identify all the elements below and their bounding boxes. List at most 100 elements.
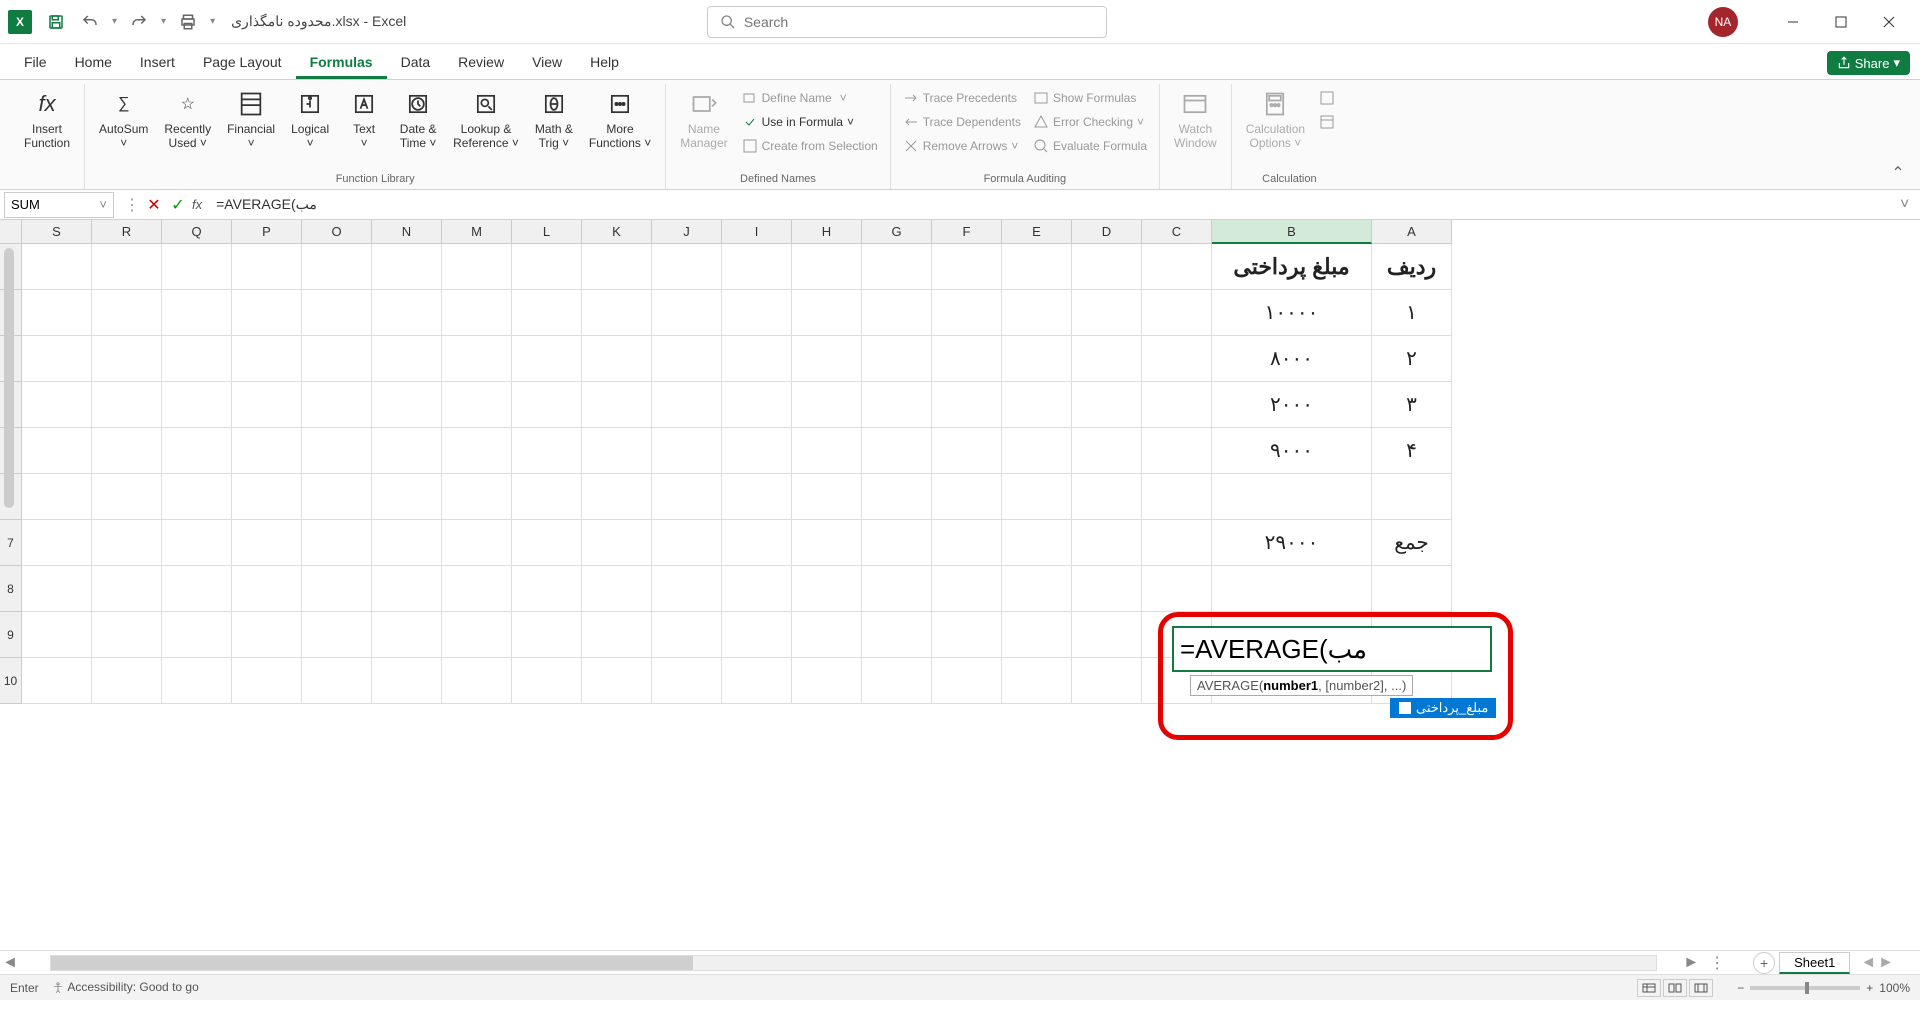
- column-header[interactable]: L: [512, 220, 582, 244]
- cell[interactable]: [92, 612, 162, 658]
- cell[interactable]: [792, 658, 862, 704]
- cell[interactable]: [232, 382, 302, 428]
- cell[interactable]: ۸۰۰۰: [1212, 336, 1372, 382]
- editing-cell[interactable]: =AVERAGE(مب: [1172, 626, 1492, 672]
- accessibility-status[interactable]: Accessibility: Good to go: [51, 980, 199, 995]
- column-header[interactable]: F: [932, 220, 1002, 244]
- view-page-break-button[interactable]: [1689, 979, 1713, 997]
- user-avatar[interactable]: NA: [1708, 7, 1738, 37]
- cell[interactable]: [302, 612, 372, 658]
- watch-window-button[interactable]: Watch Window: [1168, 86, 1223, 153]
- cell[interactable]: [302, 566, 372, 612]
- cell[interactable]: [512, 290, 582, 336]
- maximize-button[interactable]: [1818, 6, 1864, 38]
- cell[interactable]: [1072, 520, 1142, 566]
- save-icon[interactable]: [44, 10, 68, 34]
- cell[interactable]: [22, 244, 92, 290]
- cell[interactable]: [792, 520, 862, 566]
- search-input[interactable]: [744, 14, 1094, 30]
- cell[interactable]: [1002, 290, 1072, 336]
- cell[interactable]: [512, 244, 582, 290]
- cell[interactable]: [652, 520, 722, 566]
- cell[interactable]: [1002, 244, 1072, 290]
- cell[interactable]: ۱: [1372, 290, 1452, 336]
- cell[interactable]: [372, 382, 442, 428]
- cell[interactable]: [862, 566, 932, 612]
- cell[interactable]: [232, 428, 302, 474]
- cell[interactable]: [792, 290, 862, 336]
- tab-formulas[interactable]: Formulas: [296, 48, 387, 79]
- column-header[interactable]: B: [1212, 220, 1372, 244]
- cell[interactable]: [302, 520, 372, 566]
- zoom-controls[interactable]: − + 100%: [1737, 981, 1910, 995]
- cell[interactable]: [582, 566, 652, 612]
- remove-arrows-button[interactable]: Remove Arrows ˅: [899, 136, 1025, 156]
- cell[interactable]: [582, 612, 652, 658]
- cell[interactable]: [932, 566, 1002, 612]
- cell[interactable]: [792, 382, 862, 428]
- cell[interactable]: [1002, 336, 1072, 382]
- cell[interactable]: [22, 566, 92, 612]
- cell[interactable]: [792, 474, 862, 520]
- cell[interactable]: [232, 336, 302, 382]
- text-button[interactable]: Text˅: [339, 86, 389, 153]
- name-box[interactable]: SUM˅: [4, 192, 114, 218]
- cell[interactable]: [92, 474, 162, 520]
- cell[interactable]: [512, 520, 582, 566]
- cell[interactable]: [92, 428, 162, 474]
- cell[interactable]: [162, 612, 232, 658]
- cell[interactable]: [302, 244, 372, 290]
- cell[interactable]: [232, 290, 302, 336]
- cell[interactable]: [652, 612, 722, 658]
- cell[interactable]: [582, 290, 652, 336]
- cell[interactable]: [372, 520, 442, 566]
- cell[interactable]: [862, 658, 932, 704]
- cell[interactable]: [1072, 428, 1142, 474]
- show-formulas-button[interactable]: Show Formulas: [1029, 88, 1151, 108]
- cell[interactable]: [162, 474, 232, 520]
- cell[interactable]: [442, 428, 512, 474]
- cell[interactable]: [302, 382, 372, 428]
- cell[interactable]: [92, 382, 162, 428]
- cell[interactable]: [442, 566, 512, 612]
- cell[interactable]: [1072, 244, 1142, 290]
- collapse-ribbon-icon[interactable]: ⌃: [1888, 163, 1908, 183]
- tab-home[interactable]: Home: [61, 48, 126, 79]
- cell[interactable]: [1142, 382, 1212, 428]
- cell[interactable]: [722, 290, 792, 336]
- use-in-formula-button[interactable]: Use in Formula ˅: [738, 112, 882, 132]
- cell[interactable]: [512, 658, 582, 704]
- cell[interactable]: ۹۰۰۰: [1212, 428, 1372, 474]
- zoom-out-icon[interactable]: −: [1737, 981, 1744, 995]
- cell[interactable]: [932, 428, 1002, 474]
- cell[interactable]: [512, 382, 582, 428]
- scroll-left-icon[interactable]: ◄: [0, 954, 20, 972]
- cell[interactable]: [512, 566, 582, 612]
- cell[interactable]: [862, 336, 932, 382]
- cell[interactable]: ۴: [1372, 428, 1452, 474]
- cell[interactable]: [1372, 474, 1452, 520]
- cell[interactable]: جمع: [1372, 520, 1452, 566]
- cell[interactable]: [1072, 566, 1142, 612]
- name-suggestion[interactable]: مبلغ_پرداختی: [1390, 698, 1496, 718]
- cell[interactable]: [22, 520, 92, 566]
- cell[interactable]: [1142, 520, 1212, 566]
- cell[interactable]: [862, 474, 932, 520]
- cell[interactable]: [22, 336, 92, 382]
- cells-area[interactable]: مبلغ پرداختیردیف۱۰۰۰۰۱۸۰۰۰۲۲۰۰۰۳۹۰۰۰۴۲۹۰…: [22, 244, 1920, 950]
- row-header[interactable]: 10: [0, 658, 22, 704]
- column-header[interactable]: S: [22, 220, 92, 244]
- cell[interactable]: [932, 336, 1002, 382]
- cell[interactable]: [652, 474, 722, 520]
- cell[interactable]: [92, 336, 162, 382]
- tab-insert[interactable]: Insert: [126, 48, 189, 79]
- cell[interactable]: [652, 658, 722, 704]
- cell[interactable]: [722, 428, 792, 474]
- name-manager-button[interactable]: Name Manager: [674, 86, 733, 153]
- cell[interactable]: [1002, 612, 1072, 658]
- cell[interactable]: [92, 520, 162, 566]
- cell[interactable]: [302, 428, 372, 474]
- cell[interactable]: [1142, 428, 1212, 474]
- cell[interactable]: [722, 566, 792, 612]
- cell[interactable]: [302, 336, 372, 382]
